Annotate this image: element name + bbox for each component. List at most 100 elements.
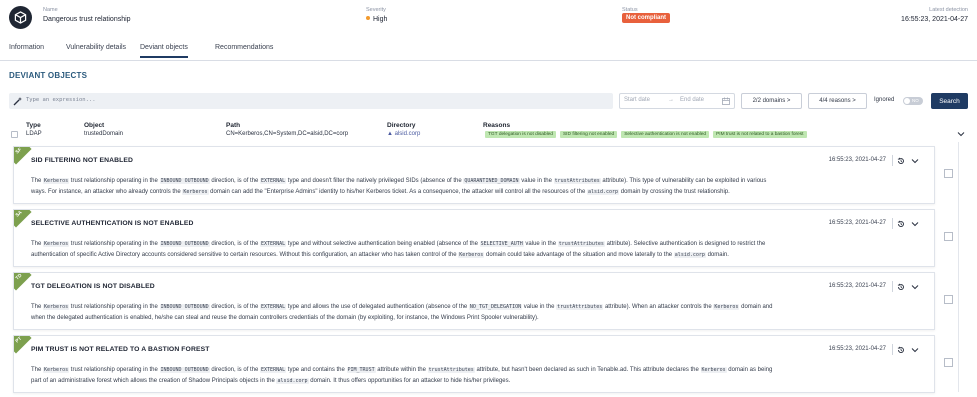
description-text: domain can add the "Enterprise Admins" i… <box>208 188 587 195</box>
column-type[interactable]: Type <box>26 122 41 129</box>
reason-card-description: The Kerberos trust relationship operatin… <box>31 302 911 323</box>
reason-card-description: The Kerberos trust relationship operatin… <box>31 176 911 197</box>
reason-card-title: SID FILTERING NOT ENABLED <box>31 157 134 164</box>
severity-dot-icon <box>366 16 370 20</box>
description-line: authentication of specific Active Direct… <box>31 250 911 261</box>
vulnerability-name: Dangerous trust relationship <box>43 16 131 23</box>
reason-card-checkbox[interactable] <box>944 295 953 304</box>
description-text: The <box>31 241 44 247</box>
description-text: The <box>31 367 44 373</box>
description-text: type and allows the use of delegated aut… <box>286 304 469 310</box>
description-text: part of an administrative forest which a… <box>31 377 277 384</box>
end-date-input[interactable]: End date <box>680 97 704 103</box>
description-text: ways. For instance, an attacker who alre… <box>31 188 183 195</box>
row-object[interactable]: trustedDomain <box>84 131 123 137</box>
inline-code: trustAttributes <box>553 178 601 184</box>
row-checkbox[interactable] <box>11 131 18 138</box>
tab-bar: Information Vulnerability details Devian… <box>0 40 977 61</box>
inline-code: EXTERNAL <box>260 241 287 247</box>
calendar-icon[interactable] <box>722 97 730 105</box>
tab-vulnerability-details[interactable]: Vulnerability details <box>66 44 126 51</box>
inline-code: EXTERNAL <box>260 304 287 310</box>
chevron-down-icon[interactable] <box>911 221 919 227</box>
description-text: direction, is of the <box>209 178 261 184</box>
search-button[interactable]: Search <box>931 93 968 109</box>
description-text: attribute within the <box>375 367 428 373</box>
inline-code: PIM_TRUST <box>346 367 376 373</box>
description-line: The Kerberos trust relationship operatin… <box>31 176 911 187</box>
inline-code: NO_TGT_DELEGATION <box>468 304 523 310</box>
history-icon[interactable] <box>897 346 905 354</box>
inline-code: INBOUND OUTBOUND <box>159 178 210 184</box>
reason-card-timestamp: 16:55:23, 2021-04-27 <box>828 220 886 226</box>
tab-deviant-objects[interactable]: Deviant objects <box>140 44 188 58</box>
ignored-toggle[interactable]: NO <box>903 97 923 105</box>
description-text: attribute). Selective authentication is … <box>604 241 766 247</box>
reason-tag-tgt-delegation: TGT delegation is not disabled <box>485 131 556 138</box>
latest-detection-label: Latest detection <box>929 7 968 13</box>
severity-value: High <box>366 16 387 23</box>
reasons-filter-button[interactable]: 4/4 reasons > <box>808 93 867 109</box>
history-icon[interactable] <box>897 157 905 165</box>
reason-code-corner <box>14 147 32 165</box>
description-text: value in the <box>523 241 558 247</box>
reason-card: PT PIM TRUST IS NOT RELATED TO A BASTION … <box>13 335 935 393</box>
card-separator <box>892 155 893 166</box>
description-text: direction, is of the <box>209 304 261 310</box>
description-text: trust relationship operating in the <box>69 178 160 184</box>
date-arrow: → <box>668 97 674 103</box>
column-reasons[interactable]: Reasons <box>483 122 510 129</box>
severity-label: Severity <box>366 7 386 13</box>
status-badge: Not compliant <box>622 13 670 23</box>
domains-filter-button[interactable]: 2/2 domains > <box>741 93 802 109</box>
reason-tag-sid-filtering: SID filtering not enabled <box>559 131 618 138</box>
card-separator <box>892 218 893 229</box>
ignored-label: Ignored <box>874 97 895 103</box>
column-directory[interactable]: Directory <box>387 122 416 129</box>
tab-recommendations[interactable]: Recommendations <box>215 44 273 51</box>
card-separator <box>892 281 893 292</box>
reason-card-checkbox[interactable] <box>944 358 953 367</box>
inline-code: EXTERNAL <box>260 367 287 373</box>
chevron-down-icon[interactable] <box>911 284 919 290</box>
reason-tag-selective-auth: Selective authentication is not enabled <box>621 131 710 138</box>
reason-card-timestamp: 16:55:23, 2021-04-27 <box>828 157 886 163</box>
inline-code: trustAttributes <box>556 304 604 310</box>
magic-wand-icon[interactable] <box>13 96 23 106</box>
column-object[interactable]: Object <box>84 122 104 129</box>
expanded-row-indicator <box>958 142 959 392</box>
reasons-tag-list: TGT delegation is not disabled SID filte… <box>485 131 807 138</box>
description-text: The <box>31 304 44 310</box>
name-label: Name <box>43 7 58 13</box>
description-line: when the delegated authentication is ena… <box>31 313 911 324</box>
reason-card-description: The Kerberos trust relationship operatin… <box>31 365 911 386</box>
search-bar[interactable] <box>9 93 613 109</box>
search-input[interactable]: Type an expression... <box>26 97 96 103</box>
row-path: CN=Kerberos,CN=System,DC=alsid,DC=corp <box>226 131 349 137</box>
row-collapse-chevron-icon[interactable] <box>957 131 965 137</box>
reason-card-checkbox[interactable] <box>944 169 953 178</box>
start-date-input[interactable]: Start date <box>624 97 650 103</box>
inline-code: Kerberos <box>43 304 70 310</box>
inline-code: INBOUND OUTBOUND <box>159 241 210 247</box>
reason-tag-pim-trust: PIM trust is not related to a bastion fo… <box>713 131 807 138</box>
section-title: DEVIANT OBJECTS <box>9 71 88 80</box>
history-icon[interactable] <box>897 283 905 291</box>
inline-code: alsid.corp <box>673 251 706 258</box>
reason-card-checkbox[interactable] <box>944 232 953 241</box>
description-text: trust relationship operating in the <box>69 367 160 373</box>
inline-code: alsid.corp <box>586 188 620 195</box>
column-path[interactable]: Path <box>226 122 240 129</box>
chevron-down-icon[interactable] <box>911 158 919 164</box>
tab-information[interactable]: Information <box>9 44 44 51</box>
latest-detection-value: 16:55:23, 2021-04-27 <box>901 16 968 23</box>
inline-code: Kerberos <box>43 241 70 247</box>
reason-card-timestamp: 16:55:23, 2021-04-27 <box>828 283 886 289</box>
reason-card-title: PIM TRUST IS NOT RELATED TO A BASTION FO… <box>31 346 210 353</box>
reason-code-corner <box>14 336 32 354</box>
row-directory: ▲ alsid.corp <box>387 131 421 137</box>
inline-code: SELECTIVE_AUTH <box>479 241 524 247</box>
inline-code: INBOUND OUTBOUND <box>159 304 210 310</box>
history-icon[interactable] <box>897 220 905 228</box>
chevron-down-icon[interactable] <box>911 347 919 353</box>
